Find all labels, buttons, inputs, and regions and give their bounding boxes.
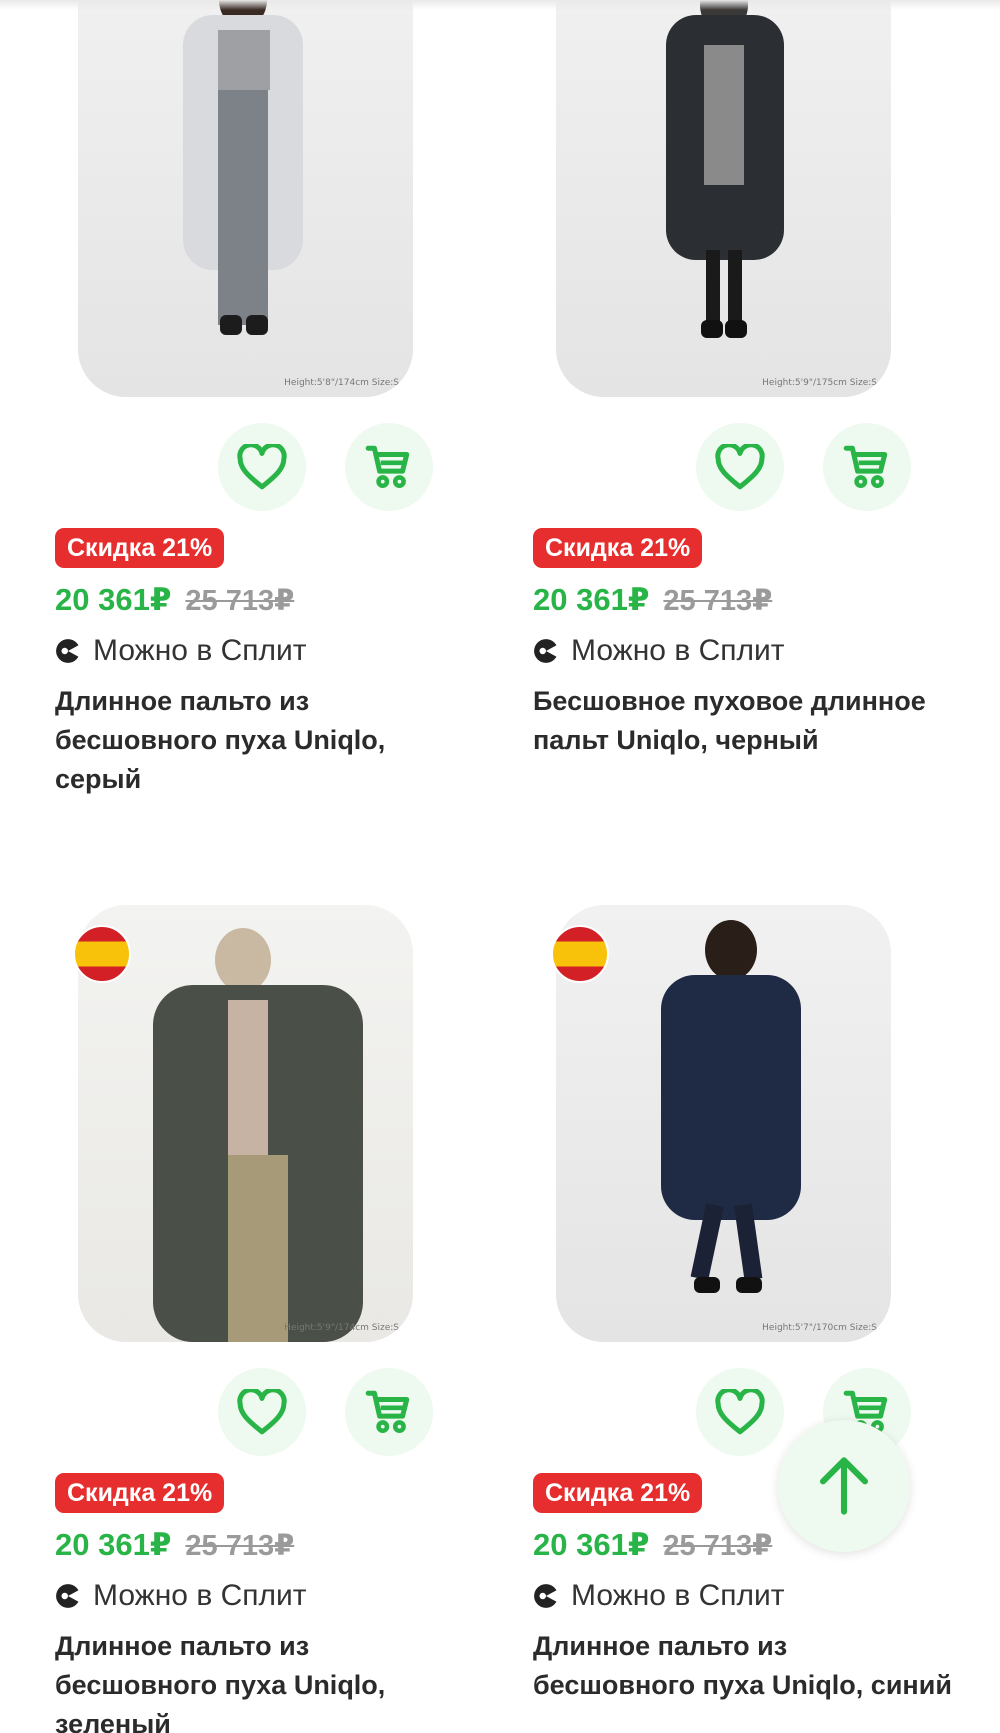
split-icon (56, 1584, 81, 1608)
old-price: 25 713₽ (185, 585, 295, 617)
add-to-cart-button[interactable] (345, 423, 433, 511)
top-bar-shadow (0, 0, 1000, 10)
product-title[interactable]: Длинное пальто из бесшовного пуха Uniqlo… (55, 682, 475, 799)
heart-icon (715, 1389, 765, 1435)
model-illustration (183, 0, 303, 335)
product-title[interactable]: Длинное пальто из бесшовного пуха Uniqlo… (55, 1627, 475, 1733)
favorite-button[interactable] (696, 423, 784, 511)
split-payment-note: Можно в Сплит (55, 1578, 307, 1614)
current-price: 20 361₽ (533, 1527, 650, 1562)
discount-badge: Скидка 21% (533, 528, 703, 568)
split-icon (56, 639, 81, 663)
split-label: Можно в Сплит (571, 1579, 785, 1612)
favorite-button[interactable] (696, 1368, 784, 1456)
model-illustration (666, 0, 784, 338)
model-size-note: Height:5'9"/174cm Size:S (284, 1323, 399, 1333)
split-label: Можно в Сплит (93, 634, 307, 667)
split-payment-note: Можно в Сплит (533, 1578, 785, 1614)
model-illustration (153, 928, 363, 1342)
price-row: 20 361₽ 25 713₽ (533, 1527, 772, 1567)
heart-icon (715, 444, 765, 490)
discount-badge: Скидка 21% (533, 1473, 703, 1513)
price-row: 20 361₽ 25 713₽ (533, 582, 772, 622)
product-photo[interactable]: Height:5'9"/174cm Size:S (78, 905, 413, 1342)
favorite-button[interactable] (218, 1368, 306, 1456)
heart-icon (237, 444, 287, 490)
spain-flag-icon (73, 925, 131, 983)
cart-icon (365, 445, 410, 489)
add-to-cart-button[interactable] (345, 1368, 433, 1456)
favorite-button[interactable] (218, 423, 306, 511)
old-price: 25 713₽ (663, 585, 773, 617)
price-row: 20 361₽ 25 713₽ (55, 582, 294, 622)
discount-badge: Скидка 21% (55, 528, 225, 568)
price-row: 20 361₽ 25 713₽ (55, 1527, 294, 1567)
split-label: Можно в Сплит (571, 634, 785, 667)
model-size-note: Height:5'9"/175cm Size:S (762, 378, 877, 388)
scroll-to-top-button[interactable] (778, 1420, 910, 1552)
spain-flag-icon (551, 925, 609, 983)
model-size-note: Height:5'7"/170cm Size:S (762, 1323, 877, 1333)
current-price: 20 361₽ (55, 582, 172, 617)
heart-icon (237, 1389, 287, 1435)
discount-badge: Скидка 21% (55, 1473, 225, 1513)
old-price: 25 713₽ (663, 1530, 773, 1562)
cart-icon (843, 445, 888, 489)
split-icon (534, 1584, 559, 1608)
model-size-note: Height:5'8"/174cm Size:S (284, 378, 399, 388)
old-price: 25 713₽ (185, 1530, 295, 1562)
model-illustration (661, 920, 801, 1293)
split-icon (534, 639, 559, 663)
product-title[interactable]: Бесшовное пуховое длинное пальт Uniqlo, … (533, 682, 953, 760)
arrow-up-icon (819, 1457, 869, 1515)
product-title[interactable]: Длинное пальто из бесшовного пуха Uniqlo… (533, 1627, 953, 1705)
cart-icon (365, 1390, 410, 1434)
current-price: 20 361₽ (55, 1527, 172, 1562)
add-to-cart-button[interactable] (823, 423, 911, 511)
product-photo[interactable]: Height:5'7"/170cm Size:S (556, 905, 891, 1342)
product-photo[interactable]: Height:5'9"/175cm Size:S (556, 0, 891, 397)
split-payment-note: Можно в Сплит (533, 633, 785, 669)
split-label: Можно в Сплит (93, 1579, 307, 1612)
product-photo[interactable]: Height:5'8"/174cm Size:S (78, 0, 413, 397)
split-payment-note: Можно в Сплит (55, 633, 307, 669)
current-price: 20 361₽ (533, 582, 650, 617)
